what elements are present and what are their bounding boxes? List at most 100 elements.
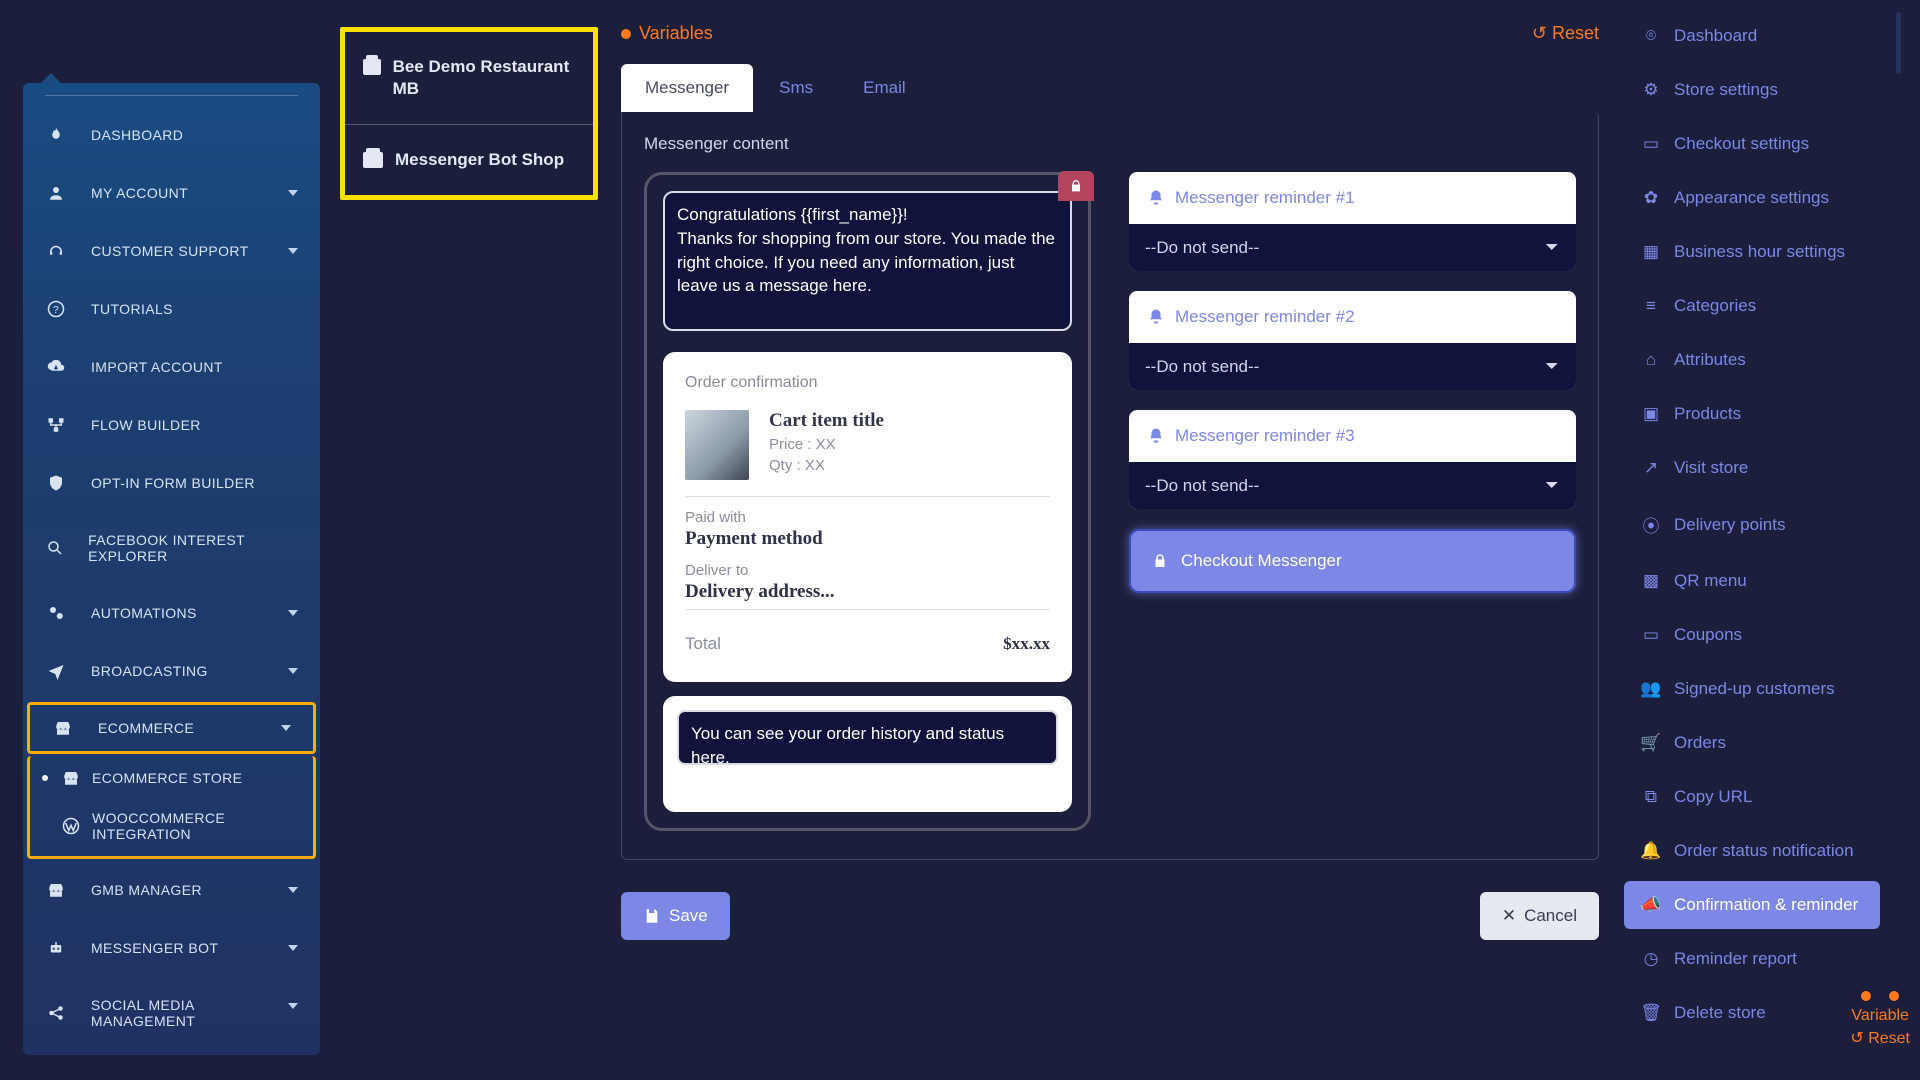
cloud-download-icon xyxy=(43,358,69,376)
lock-badge xyxy=(1058,171,1094,201)
svg-text:?: ? xyxy=(53,304,59,316)
store-icon xyxy=(43,881,69,899)
store-name: Messenger Bot Shop xyxy=(395,149,564,171)
reset-link[interactable]: ↺ Reset xyxy=(1532,23,1599,44)
rb-confirmation-reminder[interactable]: 📣Confirmation & reminder xyxy=(1624,881,1880,929)
floating-variable-reset[interactable]: Variable ↺ Reset xyxy=(1850,991,1910,1050)
sidebar-item-social[interactable]: SOCIAL MEDIA MANAGEMENT xyxy=(23,977,320,1035)
rb-dashboard[interactable]: ⌾Dashboard xyxy=(1624,12,1880,60)
reminder-label: Messenger reminder #1 xyxy=(1147,188,1558,208)
sidebar-subitem-woocommerce[interactable]: WOOCCOMMERCE INTEGRATION xyxy=(30,800,313,856)
rb-signed-up-customers[interactable]: 👥Signed-up customers xyxy=(1624,665,1880,713)
sidebar-label: SOCIAL MEDIA MANAGEMENT xyxy=(91,997,302,1029)
sidebar-item-optin[interactable]: OPT-IN FORM BUILDER xyxy=(23,454,320,512)
order-history-textarea[interactable] xyxy=(677,710,1058,765)
sidebar-item-tutorials[interactable]: ? TUTORIALS xyxy=(23,280,320,338)
store-list-highlight: Bee Demo Restaurant MB Messenger Bot Sho… xyxy=(340,27,598,200)
settings-sidebar: ⌾Dashboard ⚙Store settings ▭Checkout set… xyxy=(1624,12,1880,1037)
chevron-down-icon xyxy=(288,190,298,196)
sidebar-label: CUSTOMER SUPPORT xyxy=(91,243,249,259)
store-item[interactable]: Bee Demo Restaurant MB xyxy=(345,32,593,125)
wordpress-icon xyxy=(58,817,84,835)
close-icon: ✕ xyxy=(1502,906,1516,926)
sidebar-item-support[interactable]: CUSTOMER SUPPORT xyxy=(23,222,320,280)
rb-store-settings[interactable]: ⚙Store settings xyxy=(1624,66,1880,114)
sidebar-item-gmb[interactable]: GMB MANAGER xyxy=(23,861,320,919)
ticket-icon: ▭ xyxy=(1642,625,1660,645)
scrollbar-track[interactable] xyxy=(1896,12,1901,74)
reminder-select-2[interactable]: --Do not send-- xyxy=(1129,343,1576,390)
bell-icon xyxy=(1147,189,1165,207)
rb-checkout-settings[interactable]: ▭Checkout settings xyxy=(1624,120,1880,168)
sidebar-label: FACEBOOK INTEREST EXPLORER xyxy=(88,532,302,564)
ecommerce-sub-highlight: ECOMMERCE STORE WOOCCOMMERCE INTEGRATION xyxy=(27,756,316,859)
sidebar-item-messengerbot[interactable]: MESSENGER BOT xyxy=(23,919,320,977)
sidebar-item-import[interactable]: IMPORT ACCOUNT xyxy=(23,338,320,396)
rb-categories[interactable]: ≡Categories xyxy=(1624,282,1880,330)
rb-qr-menu[interactable]: ▩QR menu xyxy=(1624,557,1880,605)
rb-reminder-report[interactable]: ◷Reminder report xyxy=(1624,935,1880,983)
rb-products[interactable]: ▣Products xyxy=(1624,390,1880,438)
card-icon: ▭ xyxy=(1642,134,1660,154)
gauge-icon: ⌾ xyxy=(1642,26,1660,46)
tag-icon: ⌂ xyxy=(1642,350,1660,370)
sidebar-item-broadcasting[interactable]: BROADCASTING xyxy=(23,642,320,700)
sidebar-item-fbexplorer[interactable]: FACEBOOK INTEREST EXPLORER xyxy=(23,512,320,584)
list-icon: ≡ xyxy=(1642,296,1660,316)
send-icon xyxy=(43,662,69,680)
variables-text: Variables xyxy=(639,23,713,44)
rb-business-hour[interactable]: ▦Business hour settings xyxy=(1624,228,1880,276)
panel-row: Order confirmation Cart item title Price… xyxy=(644,172,1576,831)
sidebar-item-ecommerce[interactable]: ECOMMERCE xyxy=(30,705,313,751)
megaphone-icon: 📣 xyxy=(1642,895,1660,915)
rb-copy-url[interactable]: ⧉Copy URL xyxy=(1624,773,1880,821)
calendar-icon: ▦ xyxy=(1642,242,1660,262)
save-button[interactable]: Save xyxy=(621,892,730,940)
message-bubble-frame: Order confirmation Cart item title Price… xyxy=(644,172,1091,831)
store-item[interactable]: Messenger Bot Shop xyxy=(345,125,593,195)
variables-link[interactable]: Variables xyxy=(621,23,713,44)
reminder-card-2: Messenger reminder #2 --Do not send-- xyxy=(1129,291,1576,390)
messenger-panel: Messenger content Order confirmation Car… xyxy=(621,112,1599,860)
rb-orders[interactable]: 🛒Orders xyxy=(1624,719,1880,767)
rb-order-status-notification[interactable]: 🔔Order status notification xyxy=(1624,827,1880,875)
deliver-to-label: Deliver to xyxy=(685,562,1050,579)
ecommerce-highlight-group: ECOMMERCE xyxy=(27,702,316,754)
sidebar-item-flowbuilder[interactable]: FLOW BUILDER xyxy=(23,396,320,454)
rb-coupons[interactable]: ▭Coupons xyxy=(1624,611,1880,659)
users-icon: 👥 xyxy=(1642,679,1660,699)
cancel-button[interactable]: ✕ Cancel xyxy=(1480,892,1599,940)
sidebar-label: ECOMMERCE STORE xyxy=(92,770,242,786)
divider xyxy=(685,609,1050,610)
sidebar-notch xyxy=(39,73,63,85)
tab-messenger[interactable]: Messenger xyxy=(621,64,753,112)
sidebar-subitem-ecommerce-store[interactable]: ECOMMERCE STORE xyxy=(30,756,313,800)
sidebar-item-dashboard[interactable]: DASHBOARD xyxy=(23,106,320,164)
rb-delivery-points[interactable]: ⦿Delivery points xyxy=(1624,498,1880,551)
sidebar-item-myaccount[interactable]: MY ACCOUNT xyxy=(23,164,320,222)
box-icon: ▣ xyxy=(1642,404,1660,424)
rb-delete-store[interactable]: 🗑Delete store xyxy=(1624,989,1880,1037)
tab-sms[interactable]: Sms xyxy=(755,64,837,112)
checkout-messenger-button[interactable]: Checkout Messenger xyxy=(1129,529,1576,593)
confirmation-message-textarea[interactable] xyxy=(663,191,1072,331)
tab-email[interactable]: Email xyxy=(839,64,930,112)
rb-appearance-settings[interactable]: ✿Appearance settings xyxy=(1624,174,1880,222)
main-content: Variables ↺ Reset Messenger Sms Email Me… xyxy=(621,23,1599,940)
reminder-label: Messenger reminder #2 xyxy=(1147,307,1558,327)
sidebar-item-automations[interactable]: AUTOMATIONS xyxy=(23,584,320,642)
gears-icon xyxy=(43,604,69,622)
reminder-select-3[interactable]: --Do not send-- xyxy=(1129,462,1576,509)
sidebar-label: WOOCCOMMERCE INTEGRATION xyxy=(92,810,295,842)
sidebar-label: TUTORIALS xyxy=(91,301,173,317)
order-title: Order confirmation xyxy=(685,374,1050,392)
rb-attributes[interactable]: ⌂Attributes xyxy=(1624,336,1880,384)
undo-icon: ↺ xyxy=(1532,23,1552,43)
trash-icon: 🗑 xyxy=(1642,1003,1660,1023)
rb-visit-store[interactable]: ↗Visit store xyxy=(1624,444,1880,492)
reminder-card-3: Messenger reminder #3 --Do not send-- xyxy=(1129,410,1576,509)
reminder-select-1[interactable]: --Do not send-- xyxy=(1129,224,1576,271)
lock-icon xyxy=(1151,552,1169,570)
sidebar-label: FLOW BUILDER xyxy=(91,417,201,433)
chevron-down-icon xyxy=(288,610,298,616)
